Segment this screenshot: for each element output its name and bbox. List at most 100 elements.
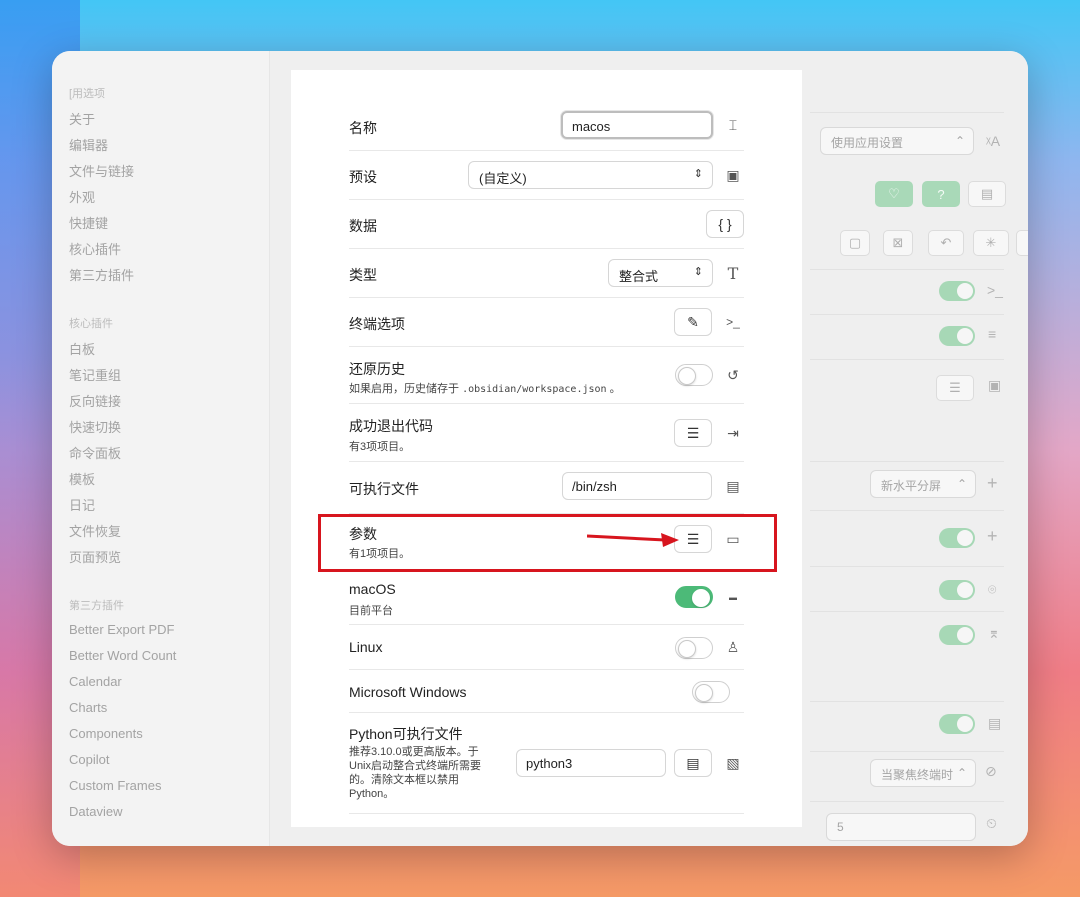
sidebar-item[interactable]: 快速切换 [69, 417, 121, 436]
number-field-value: 5 [837, 820, 844, 834]
translate-icon: ᵡA [986, 133, 1001, 149]
toggle[interactable] [939, 528, 975, 548]
app-setting-select-value: 使用应用设置 [831, 136, 904, 150]
help-button[interactable]: ? [922, 181, 960, 207]
executable-input[interactable]: /bin/zsh [562, 472, 712, 500]
restore-history-toggle[interactable] [675, 364, 713, 386]
focus-select[interactable]: 当聚焦终端时 ⌃ [870, 759, 976, 787]
terminal-prompt-icon: >_ [987, 282, 1003, 298]
list-icon: ☰ [686, 424, 700, 441]
settings-sidebar: [用选项 关于 编辑器 文件与链接 外观 快捷键 核心插件 第三方插件 核心插件 白板 笔记重… [52, 51, 270, 846]
sidebar-item[interactable]: 页面预览 [69, 547, 121, 566]
eye-off-icon: ⊘ [985, 763, 997, 779]
sidebar-item[interactable]: Copilot [69, 752, 109, 767]
edit-terminal-options-button[interactable]: ✎ [674, 308, 712, 336]
setting-name: 终端选项 [349, 316, 405, 332]
setting-name: Microsoft Windows [349, 684, 467, 700]
heart-button[interactable]: ♡ [875, 181, 913, 207]
sidebar-item[interactable]: Charts [69, 700, 107, 715]
linux-toggle[interactable] [675, 637, 713, 659]
list-button[interactable]: ☰ [936, 375, 974, 401]
description-line: Unix启动整合式终端所需要 [349, 760, 482, 772]
divider [810, 314, 1004, 315]
focus-icon: ⌾ [988, 581, 997, 597]
pin-icon: ⌆ [988, 625, 1000, 641]
toggle[interactable] [939, 580, 975, 600]
sidebar-item[interactable]: 文件与链接 [69, 161, 134, 180]
number-field[interactable]: 5 [826, 813, 976, 841]
pointer-arrow [587, 533, 679, 547]
undo-button[interactable]: ↶ [928, 230, 964, 256]
split-select[interactable]: 新水平分屏 ⌃ [870, 470, 976, 498]
sidebar-item[interactable]: 笔记重组 [69, 365, 121, 384]
toggle[interactable] [939, 625, 975, 645]
setting-name: macOS [349, 581, 396, 597]
setting-row-type: 类型 整合式 ⇕ T [349, 249, 744, 298]
file-code-icon: ▧ [726, 754, 740, 771]
setting-row-data: 数据 { } [349, 200, 744, 249]
app-setting-select[interactable]: 使用应用设置 ⌃ [820, 127, 974, 155]
description-code: .obsidian/workspace.json [462, 384, 607, 395]
sidebar-item[interactable]: Custom Frames [69, 778, 161, 793]
preset-select[interactable]: (自定义) ⇕ [468, 161, 713, 189]
sidebar-item[interactable]: 关于 [69, 109, 95, 128]
sidebar-item[interactable]: 文件恢复 [69, 521, 121, 540]
description-line: 推荐3.10.0或更高版本。于 [349, 746, 479, 758]
sidebar-item[interactable]: Better Export PDF [69, 622, 174, 637]
sidebar-item[interactable]: Better Word Count [69, 648, 176, 663]
sidebar-item[interactable]: 第三方插件 [69, 265, 134, 284]
setting-row-terminal-options: 终端选项 ✎ >_ [349, 298, 744, 347]
python-file-button[interactable]: ▤ [674, 749, 712, 777]
sidebar-item[interactable]: 白板 [69, 339, 95, 358]
split-select-value: 新水平分屏 [881, 479, 942, 493]
macos-toggle[interactable] [675, 586, 713, 608]
python-input[interactable]: python3 [516, 749, 666, 777]
apple-icon: ▬ [729, 592, 737, 602]
text-cursor-icon: ⌶ [728, 116, 738, 133]
sidebar-item[interactable]: 日记 [69, 495, 95, 514]
sidebar-item[interactable]: 快捷键 [69, 213, 108, 232]
sidebar-item[interactable]: Components [69, 726, 143, 741]
sidebar-item[interactable]: 命令面板 [69, 443, 121, 462]
setting-row-executable: 可执行文件 /bin/zsh ▤ [349, 462, 744, 514]
loader-button[interactable]: ✳ [973, 230, 1009, 256]
setting-name: 名称 [349, 120, 377, 136]
chevron-updown-icon: ⌃ [956, 766, 967, 780]
timer-icon: ⏲ [986, 815, 997, 831]
sidebar-item[interactable]: Dataview [69, 804, 122, 819]
type-select-value: 整合式 [619, 269, 659, 284]
file-x-button[interactable]: ⊠ [883, 230, 913, 256]
sidebar-item[interactable]: 核心插件 [69, 239, 121, 258]
edit-exit-codes-button[interactable]: ☰ [674, 419, 712, 447]
toggle[interactable] [939, 326, 975, 346]
setting-description: 有3项项目。 [349, 441, 411, 453]
edit-data-button[interactable]: { } [706, 210, 744, 238]
file-button[interactable]: ▤ [968, 181, 1006, 207]
menu-icon: ≡ [988, 326, 997, 342]
description-text: 。 [609, 383, 621, 395]
divider [810, 269, 1004, 270]
toggle[interactable] [939, 281, 975, 301]
file-check-icon: ▤ [686, 754, 700, 771]
setting-row-windows: Microsoft Windows [349, 670, 744, 713]
reset-button[interactable]: ↻ [1016, 230, 1028, 256]
chevron-updown-icon: ⌃ [956, 477, 967, 491]
sidebar-item[interactable]: 模板 [69, 469, 95, 488]
sidebar-item[interactable]: 反向链接 [69, 391, 121, 410]
type-select[interactable]: 整合式 ⇕ [608, 259, 713, 287]
setting-row-name: 名称 macos ⌶ [349, 101, 744, 151]
setting-row-macos: macOS 目前平台 ▬ [349, 570, 744, 625]
sidebar-item[interactable]: Calendar [69, 674, 122, 689]
name-input[interactable]: macos [561, 111, 713, 139]
toggle[interactable] [939, 714, 975, 734]
windows-toggle[interactable] [692, 681, 730, 703]
setting-name: 可执行文件 [349, 481, 419, 497]
file-export-button[interactable]: ▢ [840, 230, 870, 256]
setting-row-linux: Linux ♙ [349, 625, 744, 670]
sidebar-item[interactable]: 编辑器 [69, 135, 108, 154]
divider [810, 566, 1004, 567]
sidebar-section-third-party: 第三方插件 [69, 600, 124, 612]
sidebar-item[interactable]: 外观 [69, 187, 95, 206]
terminal-prompt-icon: >_ [726, 315, 740, 329]
setting-row-restore-history: 还原历史 如果启用，历史储存于 .obsidian/workspace.json… [349, 347, 744, 404]
